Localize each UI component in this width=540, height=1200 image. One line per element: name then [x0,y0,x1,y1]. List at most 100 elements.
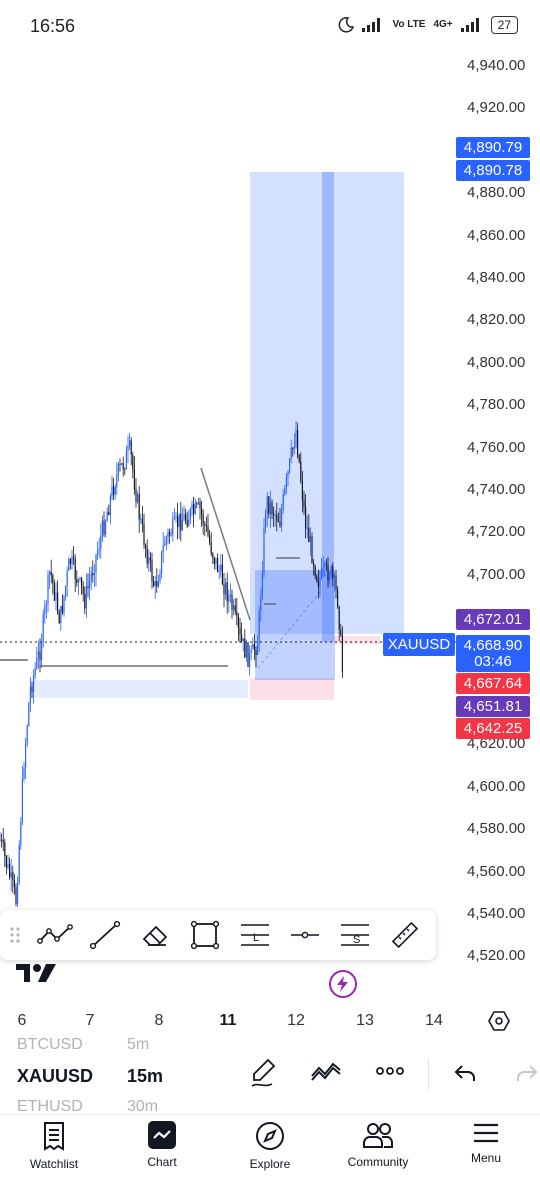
candle-body [271,502,273,515]
pen-icon [251,1058,276,1087]
symbol-row-ethusd[interactable]: ETHUSD 30m [17,1098,158,1114]
candle-body [77,579,79,583]
candle-body [74,558,76,580]
current-symbol-row[interactable]: XAUUSD 15m [17,1066,163,1087]
candle-body [125,451,127,470]
tradingview-logo-icon[interactable] [16,962,58,984]
price-axis-label: 4,600.00 [467,777,526,795]
candle-body [98,548,100,551]
candle-body [44,605,46,614]
symbol-row-btcusd[interactable]: BTCUSD 5m [17,1036,149,1054]
price-tag: 03:46 [456,651,530,672]
candle-body [127,445,129,452]
indicators-icon [311,1062,341,1081]
candle-body [113,486,115,495]
candle-body [293,446,295,449]
symbol-name: ETHUSD [17,1098,83,1114]
nav-community[interactable]: Community [324,1115,432,1185]
current-symbol[interactable]: XAUUSD [17,1066,127,1087]
candle-body [287,471,289,477]
quick-trade-button[interactable] [329,970,357,998]
candle-body [130,440,132,455]
candle-body [330,566,332,577]
candle-body [301,481,303,501]
undo-button[interactable] [454,1064,476,1082]
indicators-button[interactable] [310,1058,342,1082]
candle-body [105,521,107,535]
candle-body [97,550,99,555]
candle-body [237,616,239,629]
candle-body [215,557,217,564]
nav-watchlist[interactable]: Watchlist [0,1115,108,1185]
rectangle-tool[interactable] [180,910,230,960]
candle-body [146,548,148,564]
trend-path-icon [37,924,73,944]
candle-body [233,605,235,610]
price-tag: 4,667.64 [456,673,530,694]
candle-body [87,586,89,588]
candle-body [12,872,14,880]
eraser-tool[interactable] [130,910,180,960]
price-axis-label: 4,720.00 [467,523,526,541]
candle-body [129,440,131,446]
candle-body [332,566,334,579]
candle-body [173,516,175,519]
trend-path-tool[interactable] [30,910,80,960]
nav-label: Community [347,1155,409,1169]
candle-body [263,527,265,574]
hexagon-icon [488,1011,510,1031]
candle-body [143,523,145,546]
candle-body [300,461,302,482]
nav-label: Watchlist [29,1157,79,1171]
nav-chart[interactable]: Chart [108,1115,216,1185]
price-axis-label: 4,800.00 [467,353,526,371]
candle-body [76,579,78,583]
candle-body [162,545,164,552]
candle-body [122,463,124,469]
candle-body [141,518,143,524]
candle-body [73,556,75,559]
candle-body [49,571,51,576]
candle-body [135,489,137,502]
candle-body [247,642,249,667]
candle-body [207,525,209,536]
rectangle-icon [190,920,220,950]
candle-body [257,644,259,655]
price-axis-label: 4,780.00 [467,396,526,414]
ruler-tool[interactable] [380,910,430,960]
candle-body [45,604,47,606]
candle-body [245,642,247,658]
nav-explore[interactable]: Explore [216,1115,324,1185]
more-button[interactable] [376,1066,404,1076]
short-position-tool[interactable]: S [330,910,380,960]
current-interval[interactable]: 15m [127,1066,163,1087]
candle-body [25,743,27,769]
candle-body [321,568,323,578]
horizontal-line-tool[interactable] [280,910,330,960]
drag-handle-icon[interactable] [0,926,30,944]
svg-text:L: L [253,932,259,944]
watchlist-icon [44,1122,64,1151]
candle-body [103,520,105,535]
long-position-tool[interactable]: L [230,910,280,960]
go-to-date-button[interactable] [488,1010,510,1037]
trend-line-tool[interactable] [80,910,130,960]
candle-body [209,535,211,542]
position-entry-zone [255,570,335,680]
draw-button[interactable] [250,1058,278,1088]
candle-body [213,557,215,564]
candle-body [333,575,335,579]
candle-body [41,642,43,661]
candle-body [337,589,339,607]
candle-body [292,448,294,450]
candle-body [89,580,91,588]
system-nav-bar [0,1186,540,1200]
nav-menu[interactable]: Menu [432,1115,540,1185]
candle-body [33,675,35,693]
candle-body [313,562,315,566]
candle-body [159,573,161,582]
redo-button[interactable] [516,1064,538,1082]
candle-body [137,494,139,502]
candle-body [81,577,83,587]
time-axis-label: 14 [425,1012,443,1029]
